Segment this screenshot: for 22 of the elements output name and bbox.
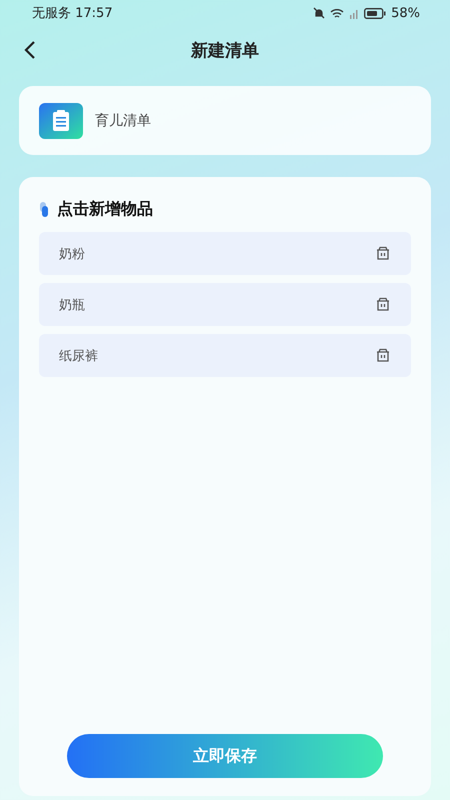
delete-icon[interactable] [375, 348, 391, 363]
status-time: 无服务 17:57 [32, 5, 113, 22]
section-marker-icon [39, 200, 51, 218]
item-name: 纸尿裤 [59, 348, 98, 364]
battery-level: 58% [391, 6, 420, 20]
item-row[interactable]: 奶瓶 [39, 283, 411, 326]
signal-icon [349, 8, 360, 18]
list-name: 育儿清单 [95, 112, 151, 130]
clipboard-icon [39, 102, 83, 138]
delete-icon[interactable] [375, 297, 391, 312]
delete-icon[interactable] [375, 246, 391, 261]
battery-icon [364, 8, 386, 18]
back-icon[interactable] [24, 40, 36, 60]
item-row[interactable]: 奶粉 [39, 232, 411, 275]
wifi-icon [330, 8, 344, 18]
list-name-card[interactable]: 育儿清单 [19, 86, 431, 155]
item-name: 奶瓶 [59, 296, 85, 314]
mute-icon [313, 7, 326, 19]
section-title: 点击新增物品 [57, 199, 153, 220]
item-row[interactable]: 纸尿裤 [39, 334, 411, 377]
item-name: 奶粉 [59, 246, 85, 262]
page-title: 新建清单 [191, 40, 259, 62]
